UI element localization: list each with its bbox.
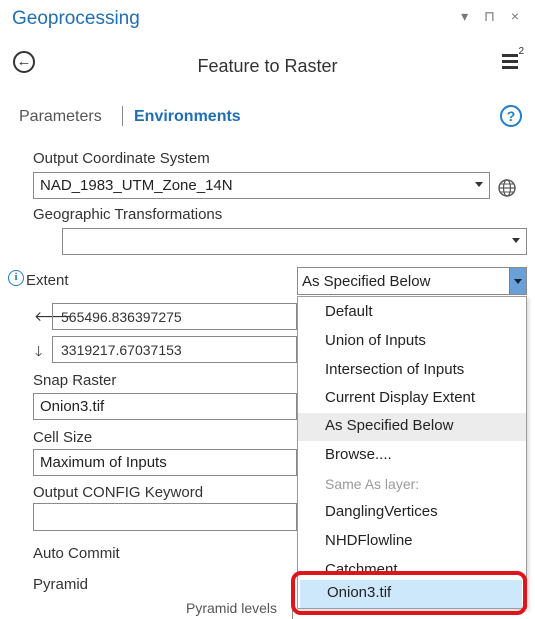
snap-raster-value: Onion3.tif [40, 398, 105, 415]
dropdown-section-same-as-layer: Same As layer: [325, 476, 420, 492]
extent-bottom-field[interactable]: 3319217.67037153 [52, 336, 297, 363]
extent-dropdown-button[interactable] [509, 268, 526, 294]
chevron-down-icon [514, 279, 522, 284]
highlight-callout [291, 571, 527, 615]
cell-size-label: Cell Size [33, 429, 93, 446]
extent-select[interactable]: As Specified Below [297, 267, 527, 295]
help-icon[interactable]: ? [500, 105, 522, 127]
menu-icon[interactable]: 2 [502, 46, 524, 72]
chevron-down-icon [475, 182, 483, 187]
auto-commit-label: Auto Commit [33, 545, 120, 562]
cell-size-value: Maximum of Inputs [40, 454, 167, 471]
info-icon[interactable]: i [8, 270, 24, 286]
pane-window-controls[interactable]: ▾ ⊓ × [461, 8, 525, 25]
dropdown-item-nhdflowline[interactable]: NHDFlowline [298, 528, 526, 556]
dropdown-item-browse[interactable]: Browse.... [298, 442, 526, 470]
dropdown-item-as-specified-below[interactable]: As Specified Below [298, 413, 526, 441]
config-keyword-label: Output CONFIG Keyword [33, 484, 204, 501]
dropdown-item-danglingvertices[interactable]: DanglingVertices [298, 499, 526, 527]
dropdown-item-intersection-of-inputs[interactable]: Intersection of Inputs [298, 357, 526, 385]
snap-raster-select[interactable]: Onion3.tif [33, 393, 297, 420]
output-coord-label: Output Coordinate System [33, 150, 210, 167]
tab-environments[interactable]: Environments [134, 108, 241, 126]
geo-transform-label: Geographic Transformations [33, 206, 223, 223]
extent-left-field[interactable]: 565496.836397275 [52, 303, 297, 330]
pane-title: Geoprocessing [12, 8, 140, 29]
extent-dropdown-list: Default Union of Inputs Intersection of … [297, 296, 527, 609]
snap-raster-label: Snap Raster [33, 372, 117, 389]
config-keyword-field[interactable] [33, 503, 297, 531]
globe-icon[interactable] [497, 178, 517, 198]
dropdown-item-current-display-extent[interactable]: Current Display Extent [298, 385, 526, 413]
down-arrow-icon: 🡓 [35, 343, 43, 359]
pyramid-label: Pyramid [33, 576, 89, 593]
menu-badge: 2 [518, 46, 524, 57]
tool-title: Feature to Raster [197, 56, 338, 76]
chevron-down-icon [512, 238, 520, 243]
cell-size-select[interactable]: Maximum of Inputs [33, 449, 297, 476]
output-coord-value: NAD_1983_UTM_Zone_14N [40, 177, 233, 194]
extent-label: Extent [26, 272, 69, 289]
geo-transform-select[interactable] [62, 228, 527, 255]
dropdown-item-default[interactable]: Default [298, 299, 526, 327]
output-coord-select[interactable]: NAD_1983_UTM_Zone_14N [33, 172, 490, 199]
tab-separator [122, 106, 123, 126]
dropdown-item-union-of-inputs[interactable]: Union of Inputs [298, 328, 526, 356]
extent-value: As Specified Below [302, 273, 431, 290]
tab-parameters[interactable]: Parameters [19, 108, 102, 126]
pyramid-levels-label: Pyramid levels [186, 600, 278, 616]
